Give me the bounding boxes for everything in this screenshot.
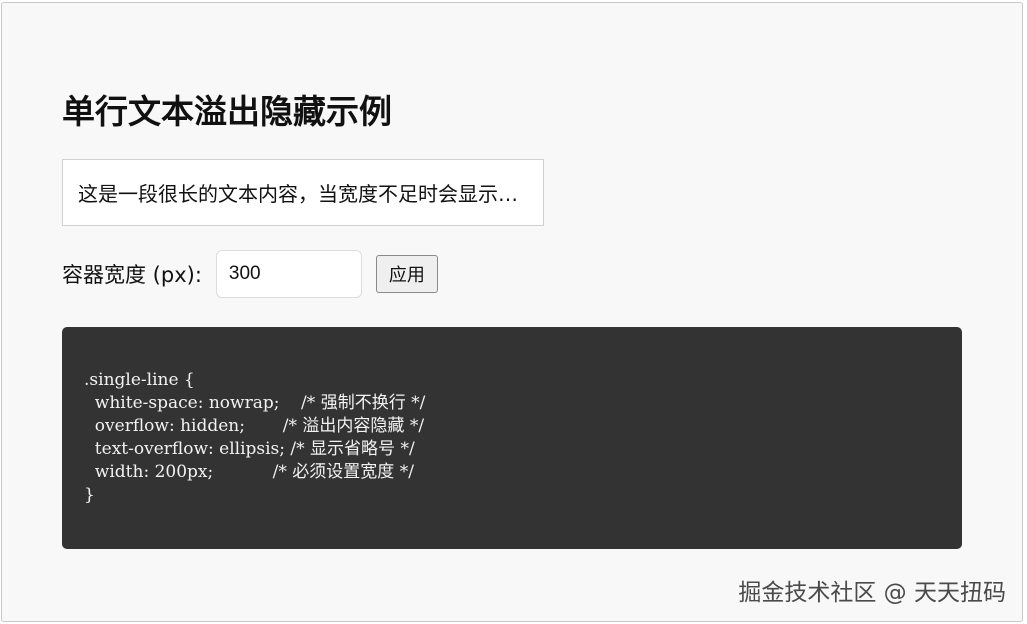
- container-width-input[interactable]: [215, 250, 362, 298]
- page-title: 单行文本溢出隐藏示例: [62, 92, 392, 131]
- browser-viewport: 单行文本溢出隐藏示例 这是一段很长的文本内容，当宽度不足时会显示省略号，超出部分…: [1, 2, 1023, 622]
- code-line: .single-line {: [84, 370, 195, 390]
- code-line: overflow: hidden; /* 溢出内容隐藏 */: [84, 416, 425, 436]
- code-line: text-overflow: ellipsis; /* 显示省略号 */: [84, 439, 415, 459]
- watermark-text: 掘金技术社区 @ 天天扭码: [738, 580, 1006, 606]
- truncated-demo-text: 这是一段很长的文本内容，当宽度不足时会显示省略号，超出部分将被隐藏不再显示: [78, 182, 528, 206]
- css-code-block: .single-line { white-space: nowrap; /* 强…: [62, 327, 962, 549]
- apply-button[interactable]: 应用: [375, 255, 438, 293]
- single-line-demo-box: 这是一段很长的文本内容，当宽度不足时会显示省略号，超出部分将被隐藏不再显示: [62, 159, 544, 226]
- container-width-label: 容器宽度 (px):: [62, 263, 202, 287]
- code-line: width: 200px; /* 必须设置宽度 */: [84, 462, 414, 482]
- code-line: }: [84, 485, 95, 505]
- width-controls: 容器宽度 (px): 应用: [62, 249, 438, 299]
- code-line: white-space: nowrap; /* 强制不换行 */: [84, 393, 426, 413]
